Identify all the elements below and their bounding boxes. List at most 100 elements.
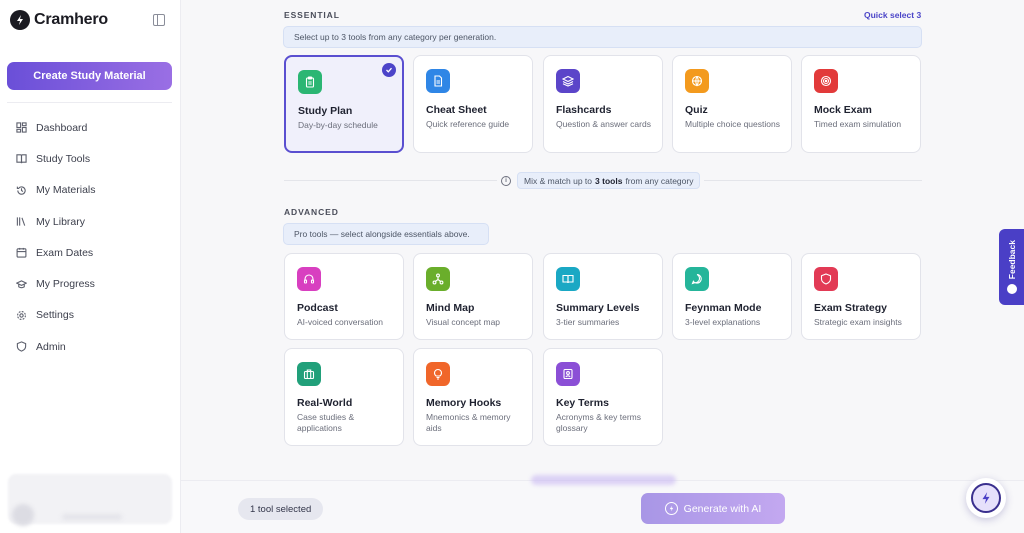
card-description: Multiple choice questions [685, 119, 780, 129]
tool-card-mind-map[interactable]: Mind Map Visual concept map [413, 253, 533, 340]
mix-text-pre: Mix & match up to [524, 175, 593, 186]
history-icon [16, 185, 27, 196]
card-title: Study Plan [298, 105, 353, 117]
card-description: Acronyms & key terms glossary [556, 412, 642, 433]
sidebar-collapse-icon[interactable] [153, 14, 165, 26]
sidebar-item-my-materials[interactable]: My Materials [0, 175, 181, 206]
sidebar-item-label: Exam Dates [36, 246, 94, 259]
tool-card-cheat-sheet[interactable]: Cheat Sheet Quick reference guide [413, 55, 533, 153]
sidebar-item-label: My Progress [36, 278, 95, 291]
card-title: Key Terms [556, 397, 609, 409]
id-card-icon [556, 362, 580, 386]
sidebar-divider [7, 102, 172, 103]
check-icon [382, 63, 396, 77]
shield-icon [16, 341, 27, 352]
tool-card-summary-levels[interactable]: Summary Levels 3-tier summaries [543, 253, 663, 340]
card-title: Mock Exam [814, 104, 872, 116]
quick-select-link[interactable]: Quick select 3 [864, 10, 921, 20]
gear-icon [16, 310, 27, 321]
graduation-cap-icon [16, 279, 27, 290]
sidebar-item-admin[interactable]: Admin [0, 331, 181, 362]
globe-icon [685, 69, 709, 93]
tool-card-real-world[interactable]: Real-World Case studies & applications [284, 348, 404, 446]
feedback-icon [1006, 284, 1017, 295]
mix-match-hint: i Mix & match up to 3 tools from any cat… [497, 172, 705, 189]
card-description: Visual concept map [426, 317, 501, 327]
sidebar-nav: Dashboard Study Tools My Materials My Li… [0, 112, 181, 362]
shield-icon [814, 267, 838, 291]
dashboard-icon [16, 122, 27, 133]
generate-with-ai-button[interactable]: Generate with AI [641, 493, 785, 524]
card-title: Podcast [297, 302, 338, 314]
clipboard-icon [298, 70, 322, 94]
tool-card-memory-hooks[interactable]: Memory Hooks Mnemonics & memory aids [413, 348, 533, 446]
sidebar-item-my-progress[interactable]: My Progress [0, 268, 181, 299]
card-title: Quiz [685, 104, 708, 116]
advanced-info-bar: Pro tools — select alongside essentials … [283, 223, 489, 245]
tool-card-study-plan[interactable]: Study Plan Day-by-day schedule [284, 55, 404, 153]
lightning-logo-icon [10, 10, 30, 30]
brand[interactable]: Cramhero [10, 10, 108, 30]
advanced-section-title: ADVANCED [284, 207, 339, 217]
network-icon [426, 267, 450, 291]
account-name-placeholder [62, 514, 122, 520]
selected-count-pill: 1 tool selected [238, 498, 324, 520]
sidebar-item-exam-dates[interactable]: Exam Dates [0, 237, 181, 268]
info-icon: i [501, 175, 511, 186]
sidebar-item-label: My Materials [36, 184, 96, 197]
sidebar: Cramhero Create Study Material Dashboard… [0, 0, 181, 533]
feedback-label: Feedback [1006, 239, 1017, 280]
sidebar-item-settings[interactable]: Settings [0, 300, 181, 331]
avatar[interactable] [12, 504, 34, 526]
sidebar-item-label: Settings [36, 309, 74, 322]
card-description: Mnemonics & memory aids [426, 412, 511, 433]
card-title: Cheat Sheet [426, 104, 487, 116]
assistant-fab[interactable] [966, 478, 1006, 518]
sidebar-item-study-tools[interactable]: Study Tools [0, 143, 181, 174]
card-description: Question & answer cards [556, 119, 651, 129]
tool-card-mock-exam[interactable]: Mock Exam Timed exam simulation [801, 55, 921, 153]
create-study-material-button[interactable]: Create Study Material [7, 62, 172, 90]
generate-label: Generate with AI [683, 502, 762, 515]
book-icon [16, 153, 27, 164]
open-book-icon [556, 267, 580, 291]
tool-card-key-terms[interactable]: Key Terms Acronyms & key terms glossary [543, 348, 663, 446]
essential-section-title: ESSENTIAL [284, 10, 340, 20]
sidebar-item-dashboard[interactable]: Dashboard [0, 112, 181, 143]
tool-card-exam-strategy[interactable]: Exam Strategy Strategic exam insights [801, 253, 921, 340]
sidebar-item-label: Dashboard [36, 121, 88, 134]
card-description: Case studies & applications [297, 412, 355, 433]
lightning-icon [971, 483, 1001, 513]
card-title: Flashcards [556, 104, 612, 116]
brand-name: Cramhero [34, 11, 108, 28]
card-description: AI-voiced conversation [297, 317, 383, 327]
layers-icon [556, 69, 580, 93]
card-title: Real-World [297, 397, 353, 409]
document-icon [426, 69, 450, 93]
briefcase-icon [297, 362, 321, 386]
chat-icon [685, 267, 709, 291]
sidebar-item-label: My Library [36, 215, 86, 228]
essential-info-bar: Select up to 3 tools from any category p… [283, 26, 922, 48]
card-title: Feynman Mode [685, 302, 762, 314]
card-description: 3-tier summaries [556, 317, 620, 327]
calendar-icon [16, 247, 27, 258]
sidebar-item-label: Study Tools [36, 152, 91, 165]
sidebar-item-my-library[interactable]: My Library [0, 206, 181, 237]
tool-card-podcast[interactable]: Podcast AI-voiced conversation [284, 253, 404, 340]
headphones-icon [297, 267, 321, 291]
ghost-button [531, 475, 676, 485]
tool-card-quiz[interactable]: Quiz Multiple choice questions [672, 55, 792, 153]
mix-text-bold: 3 tools [595, 175, 623, 186]
card-title: Summary Levels [556, 302, 640, 314]
feedback-tab[interactable]: Feedback [999, 229, 1024, 305]
library-icon [16, 216, 27, 227]
target-icon [814, 69, 838, 93]
card-title: Exam Strategy [814, 302, 887, 314]
card-description: 3-level explanations [685, 317, 761, 327]
tool-card-flashcards[interactable]: Flashcards Question & answer cards [543, 55, 663, 153]
lightning-icon [664, 502, 678, 515]
main-content: ESSENTIAL Quick select 3 Select up to 3 … [181, 0, 1024, 533]
card-description: Quick reference guide [426, 119, 510, 129]
tool-card-feynman-mode[interactable]: Feynman Mode 3-level explanations [672, 253, 792, 340]
